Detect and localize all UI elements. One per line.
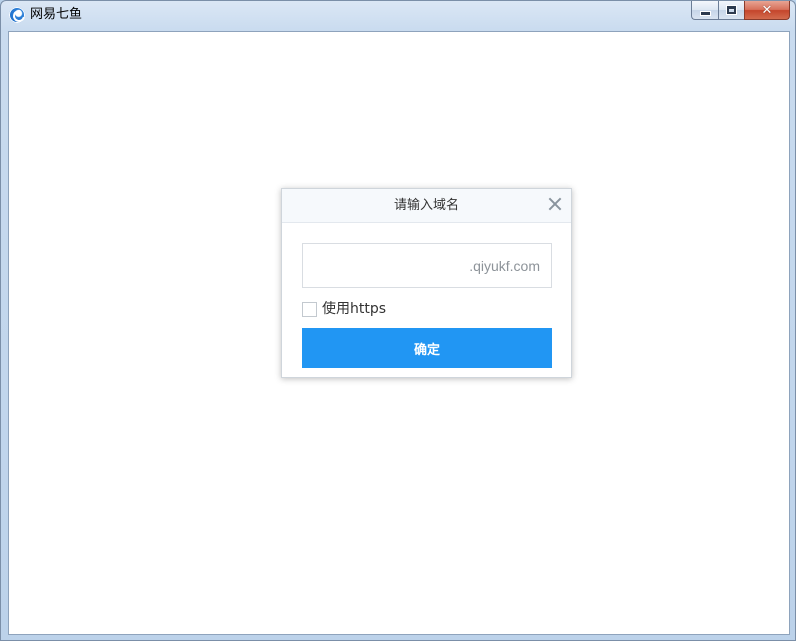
close-icon: ✕ (761, 2, 773, 18)
domain-dialog: 请输入域名 .qiyukf.com 使用https 确定 (281, 188, 572, 378)
minimize-icon (700, 11, 710, 15)
https-label: 使用https (322, 301, 387, 317)
minimize-button[interactable] (691, 1, 718, 20)
app-window: 网易七鱼 ✕ 请输入域名 .qiyukf.com 使用https 确定 (0, 0, 796, 641)
https-checkbox[interactable] (302, 301, 317, 317)
window-controls: ✕ (691, 1, 790, 21)
domain-field[interactable]: .qiyukf.com (302, 243, 552, 288)
client-area: 请输入域名 .qiyukf.com 使用https 确定 (8, 31, 790, 635)
window-close-button[interactable]: ✕ (744, 1, 790, 20)
title-bar[interactable]: 网易七鱼 ✕ (1, 1, 795, 31)
domain-suffix: .qiyukf.com (469, 258, 540, 274)
maximize-button[interactable] (718, 1, 744, 20)
qiyu-logo-icon (9, 7, 25, 23)
https-option[interactable]: 使用https (302, 300, 386, 318)
maximize-icon (727, 6, 736, 14)
dialog-title: 请输入域名 (393, 198, 459, 213)
dialog-header: 请输入域名 (282, 189, 571, 223)
dialog-close-icon[interactable] (547, 196, 563, 212)
domain-input[interactable] (303, 244, 453, 287)
confirm-button[interactable]: 确定 (302, 328, 552, 368)
window-title: 网易七鱼 (30, 7, 83, 22)
